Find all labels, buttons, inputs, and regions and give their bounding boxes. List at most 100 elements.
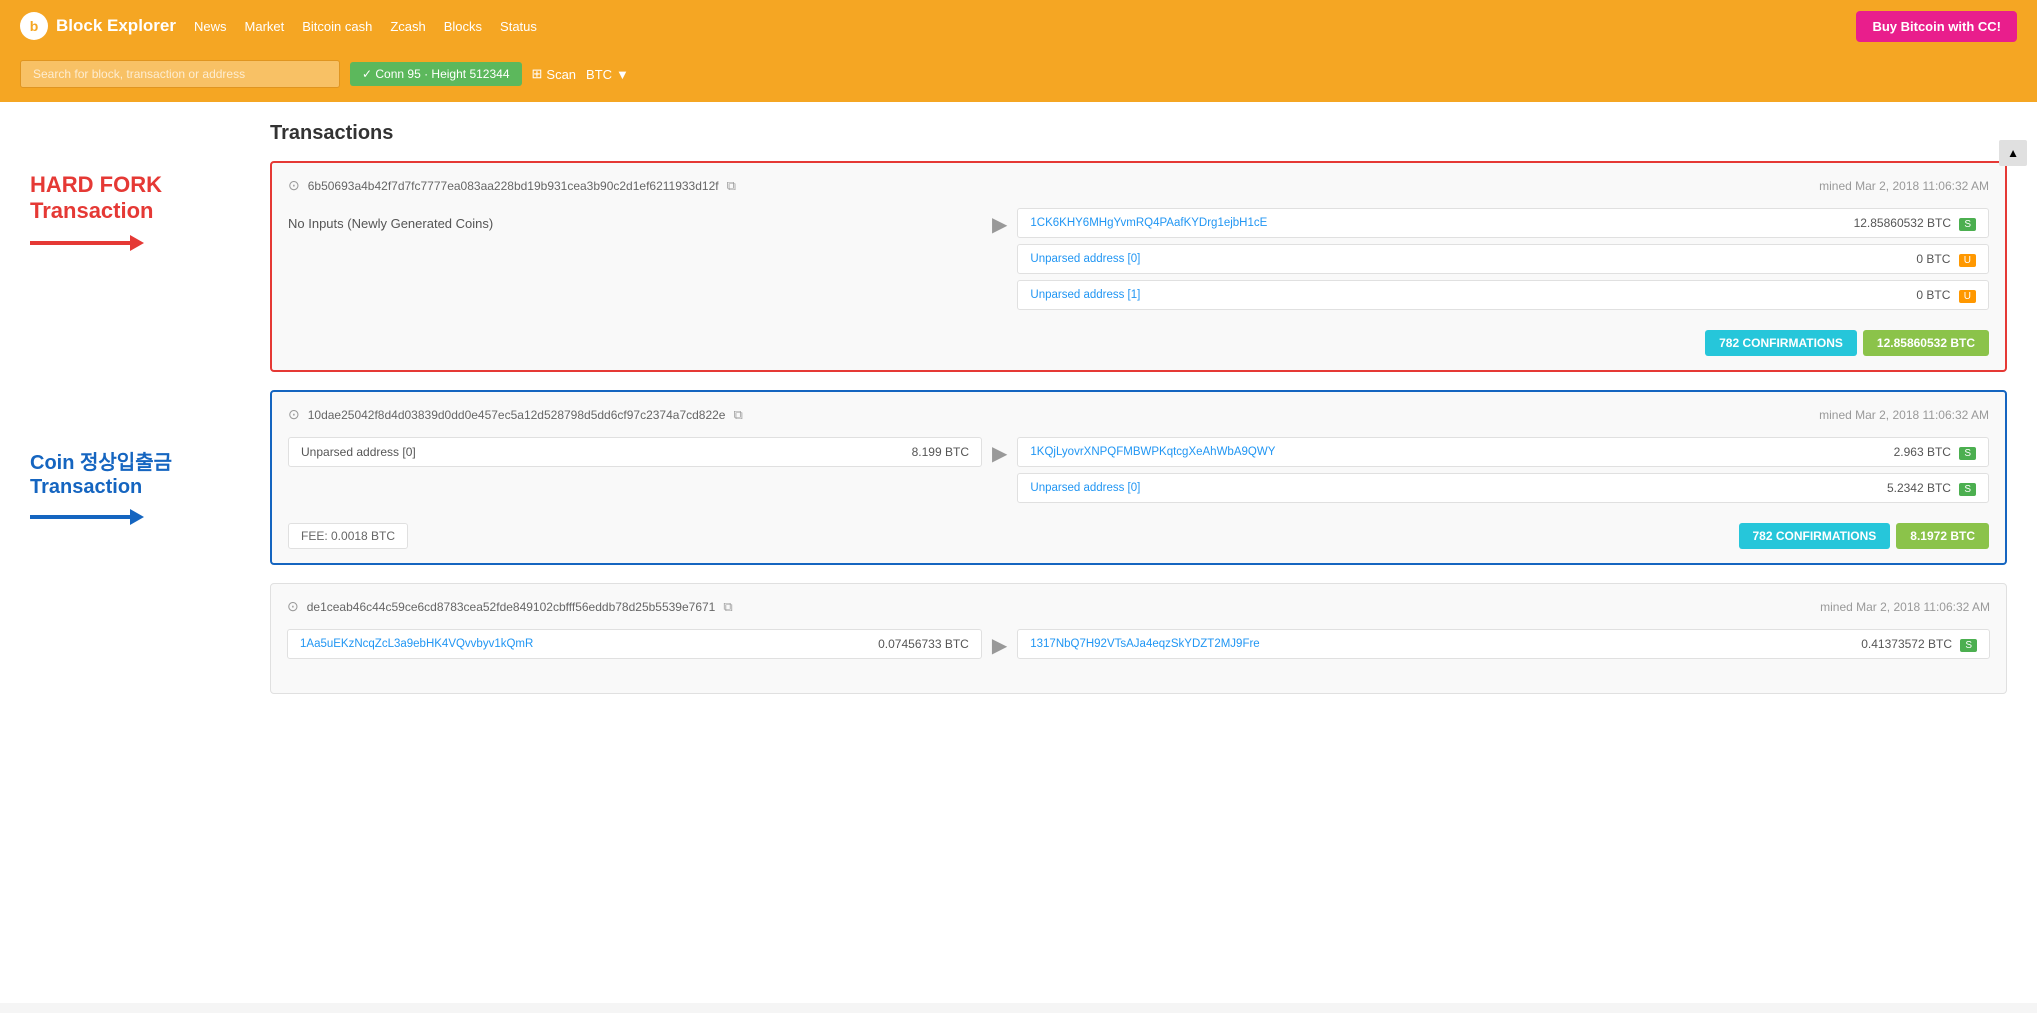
output-badge-s-3-0: S xyxy=(1960,639,1977,652)
nav-news[interactable]: News xyxy=(194,19,227,34)
header-right: Buy Bitcoin with CC! xyxy=(1856,11,2017,42)
input-val-2-0: 8.199 BTC xyxy=(912,445,969,459)
btc-selector[interactable]: BTC ▼ xyxy=(586,67,629,82)
tx-circle-icon-3: ⊙ xyxy=(287,598,299,615)
logo-text: Block Explorer xyxy=(56,16,176,36)
conn-badge: ✓ Conn 95 · Height 512344 xyxy=(350,62,522,86)
input-addr-2-0: Unparsed address [0] xyxy=(301,445,416,459)
transaction-card-1: ⊙ 6b50693a4b42f7d7fc7777ea083aa228bd19b9… xyxy=(270,161,2007,372)
nav-status[interactable]: Status xyxy=(500,19,537,34)
output-addr-1-2: Unparsed address [1] xyxy=(1030,289,1140,301)
output-addr-1-0[interactable]: 1CK6KHY6MHgYvmRQ4PAafKYDrg1ejbH1cE xyxy=(1030,217,1267,229)
output-addr-1-1: Unparsed address [0] xyxy=(1030,253,1140,265)
tx-arrow-1: ▶ xyxy=(992,208,1007,237)
sidebar-labels: HARD FORK Transaction Coin 정상입출금 Transac… xyxy=(30,122,270,983)
nav-zcash[interactable]: Zcash xyxy=(390,19,425,34)
confirmations-button-1[interactable]: 782 CONFIRMATIONS xyxy=(1705,330,1857,356)
output-badge-u-1-2: U xyxy=(1959,290,1976,303)
output-badge-s-1-0: S xyxy=(1959,218,1976,231)
input-val-3-0: 0.07456733 BTC xyxy=(878,637,969,651)
hard-fork-arrow xyxy=(30,235,270,251)
header-left: b Block Explorer News Market Bitcoin cas… xyxy=(20,12,537,40)
output-addr-2-1: Unparsed address [0] xyxy=(1030,482,1140,494)
transactions-content: Transactions ⊙ 6b50693a4b42f7d7fc7777ea0… xyxy=(270,122,2007,983)
nav-bitcoin-cash[interactable]: Bitcoin cash xyxy=(302,19,372,34)
logo-icon: b xyxy=(20,12,48,40)
output-addr-3-0[interactable]: 1317NbQ7H92VTsAJa4eqzSkYDZT2MJ9Fre xyxy=(1030,638,1259,650)
nav-market[interactable]: Market xyxy=(245,19,285,34)
tx-body-1: No Inputs (Newly Generated Coins) ▶ 1CK6… xyxy=(288,208,1989,316)
tx-output-item-1-1: Unparsed address [0] 0 BTC U xyxy=(1017,244,1989,274)
output-addr-2-0[interactable]: 1KQjLyovrXNPQFMBWPKqtcgXeAhWbA9QWY xyxy=(1030,446,1275,458)
output-val-1-2: 0 BTC xyxy=(1916,288,1950,302)
tx-inputs-2: Unparsed address [0] 8.199 BTC xyxy=(288,437,982,473)
tx-circle-icon-1: ⊙ xyxy=(288,177,300,194)
fee-label-2: FEE: 0.0018 BTC xyxy=(288,523,408,549)
tx-circle-icon-2: ⊙ xyxy=(288,406,300,423)
coin-arrow xyxy=(30,509,270,525)
nav-links: News Market Bitcoin cash Zcash Blocks St… xyxy=(194,19,537,34)
output-val-2-0: 2.963 BTC xyxy=(1894,445,1951,459)
nav-blocks[interactable]: Blocks xyxy=(444,19,482,34)
tx-header-2: ⊙ 10dae25042f8d4d03839d0dd0e457ec5a12d52… xyxy=(288,406,1989,423)
tx-header-3: ⊙ de1ceab46c44c59ce6cd8783cea52fde849102… xyxy=(287,598,1990,615)
tx-mined-2: mined Mar 2, 2018 11:06:32 AM xyxy=(1819,408,1989,422)
tx-body-2: Unparsed address [0] 8.199 BTC ▶ 1KQjLyo… xyxy=(288,437,1989,509)
arrow-line-red xyxy=(30,241,130,245)
scan-icon: ⊞ xyxy=(532,66,543,82)
footer-right-1: 782 CONFIRMATIONS 12.85860532 BTC xyxy=(1705,330,1989,356)
tx-output-item-1-2: Unparsed address [1] 0 BTC U xyxy=(1017,280,1989,310)
tx-mined-1: mined Mar 2, 2018 11:06:32 AM xyxy=(1819,179,1989,193)
main-content: HARD FORK Transaction Coin 정상입출금 Transac… xyxy=(0,102,2037,1003)
tx-hash-1[interactable]: 6b50693a4b42f7d7fc7777ea083aa228bd19b931… xyxy=(308,179,719,193)
btc-total-button-2[interactable]: 8.1972 BTC xyxy=(1896,523,1989,549)
tx-hash-3[interactable]: de1ceab46c44c59ce6cd8783cea52fde849102cb… xyxy=(307,600,716,614)
arrow-head-blue xyxy=(130,509,144,525)
tx-hash-row-2: ⊙ 10dae25042f8d4d03839d0dd0e457ec5a12d52… xyxy=(288,406,743,423)
arrow-line-blue xyxy=(30,515,130,519)
output-val-1-0: 12.85860532 BTC xyxy=(1854,216,1951,230)
copy-icon-3[interactable]: ⧉ xyxy=(723,599,732,615)
btc-total-button-1[interactable]: 12.85860532 BTC xyxy=(1863,330,1989,356)
tx-hash-row-1: ⊙ 6b50693a4b42f7d7fc7777ea083aa228bd19b9… xyxy=(288,177,736,194)
copy-icon-1[interactable]: ⧉ xyxy=(727,178,736,194)
tx-output-item-1-0: 1CK6KHY6MHgYvmRQ4PAafKYDrg1ejbH1cE 12.85… xyxy=(1017,208,1989,238)
no-inputs-text: No Inputs (Newly Generated Coins) xyxy=(288,208,982,239)
input-addr-3-0[interactable]: 1Aa5uEKzNcqZcL3a9ebHK4VQvvbyv1kQmR xyxy=(300,638,533,650)
tx-output-item-3-0: 1317NbQ7H92VTsAJa4eqzSkYDZT2MJ9Fre 0.413… xyxy=(1017,629,1990,659)
scroll-up-button[interactable]: ▲ xyxy=(1999,140,2027,166)
tx-inputs-1: No Inputs (Newly Generated Coins) xyxy=(288,208,982,239)
tx-hash-row-3: ⊙ de1ceab46c44c59ce6cd8783cea52fde849102… xyxy=(287,598,733,615)
tx-header-1: ⊙ 6b50693a4b42f7d7fc7777ea083aa228bd19b9… xyxy=(288,177,1989,194)
tx-output-item-2-1: Unparsed address [0] 5.2342 BTC S xyxy=(1017,473,1989,503)
output-val-1-1: 0 BTC xyxy=(1916,252,1950,266)
tx-arrow-3: ▶ xyxy=(992,629,1007,658)
confirmations-button-2[interactable]: 782 CONFIRMATIONS xyxy=(1739,523,1891,549)
transaction-card-3: ⊙ de1ceab46c44c59ce6cd8783cea52fde849102… xyxy=(270,583,2007,694)
output-val-3-0: 0.41373572 BTC xyxy=(1861,637,1952,651)
arrow-head-red xyxy=(130,235,144,251)
tx-footer-1: 782 CONFIRMATIONS 12.85860532 BTC xyxy=(288,330,1989,356)
buy-bitcoin-button[interactable]: Buy Bitcoin with CC! xyxy=(1856,11,2017,42)
tx-mined-3: mined Mar 2, 2018 11:06:32 AM xyxy=(1820,600,1990,614)
tx-input-item-2-0: Unparsed address [0] 8.199 BTC xyxy=(288,437,982,467)
page-title: Transactions xyxy=(270,122,2007,145)
scan-button[interactable]: ⊞ Scan xyxy=(532,66,577,82)
output-badge-s-2-1: S xyxy=(1959,483,1976,496)
tx-inputs-3: 1Aa5uEKzNcqZcL3a9ebHK4VQvvbyv1kQmR 0.074… xyxy=(287,629,982,665)
tx-arrow-2: ▶ xyxy=(992,437,1007,466)
output-badge-s-2-0: S xyxy=(1959,447,1976,460)
tx-outputs-2: 1KQjLyovrXNPQFMBWPKqtcgXeAhWbA9QWY 2.963… xyxy=(1017,437,1989,509)
transaction-card-2: ⊙ 10dae25042f8d4d03839d0dd0e457ec5a12d52… xyxy=(270,390,2007,565)
tx-outputs-3: 1317NbQ7H92VTsAJa4eqzSkYDZT2MJ9Fre 0.413… xyxy=(1017,629,1990,665)
header: b Block Explorer News Market Bitcoin cas… xyxy=(0,0,2037,52)
search-input[interactable] xyxy=(20,60,340,88)
copy-icon-2[interactable]: ⧉ xyxy=(733,407,742,423)
logo: b Block Explorer xyxy=(20,12,176,40)
tx-hash-2[interactable]: 10dae25042f8d4d03839d0dd0e457ec5a12d5287… xyxy=(308,408,726,422)
footer-right-2: 782 CONFIRMATIONS 8.1972 BTC xyxy=(1739,523,1990,549)
output-badge-u-1-1: U xyxy=(1959,254,1976,267)
tx-outputs-1: 1CK6KHY6MHgYvmRQ4PAafKYDrg1ejbH1cE 12.85… xyxy=(1017,208,1989,316)
tx-input-item-3-0: 1Aa5uEKzNcqZcL3a9ebHK4VQvvbyv1kQmR 0.074… xyxy=(287,629,982,659)
coin-label: Coin 정상입출금 Transaction xyxy=(30,451,270,499)
